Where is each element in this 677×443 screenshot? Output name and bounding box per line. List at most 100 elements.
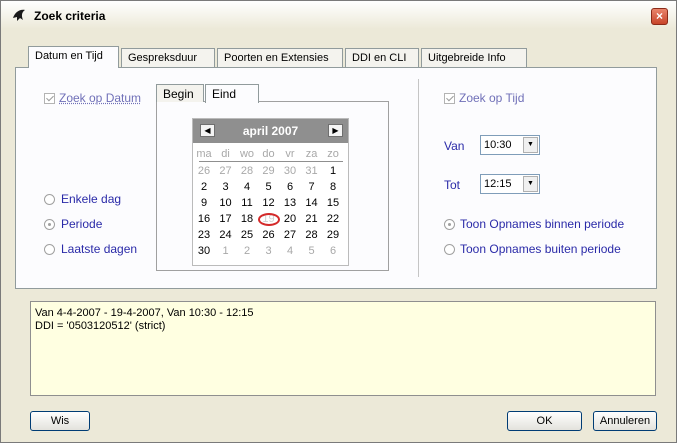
tab-label: Poorten en Extensies (224, 52, 329, 64)
from-time-label: Van (444, 139, 465, 153)
tab-label: Uitgebreide Info (428, 52, 506, 64)
radio-binnen-periode-label: Toon Opnames binnen periode (460, 217, 625, 231)
calendar-day[interactable]: 18 (237, 213, 257, 225)
calendar-day[interactable]: 5 (302, 245, 322, 257)
calendar-day[interactable]: 2 (237, 245, 257, 257)
cancel-button[interactable]: Annuleren (593, 411, 657, 431)
calendar-day[interactable]: 5 (259, 181, 279, 193)
close-button[interactable]: × (651, 8, 668, 25)
search-by-time-checkbox[interactable] (444, 93, 455, 104)
criteria-summary: Van 4-4-2007 - 19-4-2007, Van 10:30 - 12… (30, 301, 656, 396)
radio-laatste-dagen[interactable] (44, 244, 55, 255)
calendar-day[interactable]: 15 (323, 197, 343, 209)
radio-laatste-dagen-label: Laatste dagen (61, 242, 138, 256)
calendar-day[interactable]: 10 (216, 197, 236, 209)
calendar-header: ◀ april 2007 ▶ (193, 119, 348, 143)
calendar-day[interactable]: 8 (323, 181, 343, 193)
calendar-weekday: do (262, 148, 275, 160)
tab-ddi-en-cli[interactable]: DDI en CLI (345, 48, 419, 67)
calendar-day[interactable]: 30 (194, 245, 214, 257)
calendar-weekday: za (305, 148, 318, 160)
ok-button[interactable]: OK (507, 411, 582, 431)
calendar-day[interactable]: 26 (259, 229, 279, 241)
tab-label: DDI en CLI (352, 52, 407, 64)
to-time-value: 12:15 (484, 178, 512, 190)
selected-day-marker (257, 212, 280, 226)
calendar-divider (199, 161, 343, 162)
clear-button[interactable]: Wis (30, 411, 90, 431)
calendar-day[interactable]: 3 (259, 245, 279, 257)
radio-binnen-periode[interactable] (444, 219, 455, 230)
search-by-date-checkbox[interactable] (44, 93, 55, 104)
calendar-day[interactable]: 20 (280, 213, 300, 225)
calendar-weekday: ma (196, 148, 212, 160)
calendar-weekday: zo (327, 148, 339, 160)
calendar-day[interactable]: 21 (302, 213, 322, 225)
calendar-day[interactable]: 28 (302, 229, 322, 241)
calendar-day[interactable]: 24 (216, 229, 236, 241)
calendar-day[interactable]: 2 (194, 181, 214, 193)
calendar-month-label: april 2007 (242, 124, 299, 138)
radio-periode[interactable] (44, 219, 55, 230)
tab-poorten-en-extensies[interactable]: Poorten en Extensies (217, 48, 343, 67)
calendar-day[interactable]: 17 (216, 213, 236, 225)
chevron-down-icon[interactable]: ▼ (523, 137, 538, 153)
radio-buiten-periode-label: Toon Opnames buiten periode (460, 242, 621, 256)
calendar-day[interactable]: 22 (323, 213, 343, 225)
calendar-day[interactable]: 29 (259, 165, 279, 177)
calendar-day[interactable]: 25 (237, 229, 257, 241)
search-by-date-label[interactable]: Zoek op Datum (59, 91, 141, 105)
title-bar: Zoek criteria × (1, 1, 676, 29)
tab-datum-en-tijd[interactable]: Datum en Tijd (28, 46, 119, 68)
section-divider (418, 79, 419, 277)
calendar-day[interactable]: 13 (280, 197, 300, 209)
subtab-begin[interactable]: Begin (156, 84, 204, 102)
radio-buiten-periode[interactable] (444, 244, 455, 255)
chevron-down-icon[interactable]: ▼ (523, 176, 538, 192)
calendar-day[interactable]: 6 (280, 181, 300, 193)
radio-enkele-dag[interactable] (44, 194, 55, 205)
radio-enkele-dag-label: Enkele dag (61, 192, 122, 206)
calendar-day[interactable]: 9 (194, 197, 214, 209)
calendar-day[interactable]: 16 (194, 213, 214, 225)
calendar-weekday: wo (239, 148, 255, 160)
dialog-window: Zoek criteria × Datum en Tijd Gespreksdu… (0, 0, 677, 443)
calendar-day[interactable]: 27 (216, 165, 236, 177)
calendar-day[interactable]: 23 (194, 229, 214, 241)
subtab-eind[interactable]: Eind (205, 84, 259, 103)
tab-uitgebreide-info[interactable]: Uitgebreide Info (421, 48, 527, 67)
tab-label: Datum en Tijd (35, 50, 103, 62)
calendar-day[interactable]: 4 (237, 181, 257, 193)
calendar-day[interactable]: 12 (259, 197, 279, 209)
calendar-day[interactable]: 4 (280, 245, 300, 257)
from-time-value: 10:30 (484, 139, 512, 151)
calendar: ◀ april 2007 ▶ ma di wo do vr za zo 26 27 28 29 30… (192, 118, 349, 266)
calendar-day[interactable]: 11 (237, 197, 257, 209)
radio-periode-label: Periode (61, 217, 103, 231)
calendar-day[interactable]: 26 (194, 165, 214, 177)
app-icon (13, 9, 25, 21)
calendar-weekday: vr (285, 148, 295, 160)
subtab-label: Begin (163, 87, 194, 101)
calendar-day[interactable]: 7 (302, 181, 322, 193)
calendar-day[interactable]: 1 (216, 245, 236, 257)
calendar-day[interactable]: 3 (216, 181, 236, 193)
calendar-day[interactable]: 30 (280, 165, 300, 177)
subtab-label: Eind (212, 87, 237, 101)
summary-line: Van 4-4-2007 - 19-4-2007, Van 10:30 - 12… (35, 307, 254, 319)
calendar-day[interactable]: 28 (237, 165, 257, 177)
calendar-weekday: di (221, 148, 230, 160)
from-time-select[interactable]: 10:30 ▼ (480, 135, 540, 155)
calendar-day[interactable]: 29 (323, 229, 343, 241)
calendar-day[interactable]: 31 (302, 165, 322, 177)
calendar-day[interactable]: 14 (302, 197, 322, 209)
close-icon: × (655, 9, 663, 23)
calendar-day[interactable]: 27 (280, 229, 300, 241)
to-time-select[interactable]: 12:15 ▼ (480, 174, 540, 194)
calendar-day[interactable]: 1 (323, 165, 343, 177)
calendar-day[interactable]: 6 (323, 245, 343, 257)
calendar-next-button[interactable]: ▶ (328, 124, 343, 137)
tab-gespreksduur[interactable]: Gespreksduur (121, 48, 215, 67)
to-time-label: Tot (444, 178, 461, 192)
search-by-time-label[interactable]: Zoek op Tijd (459, 91, 524, 105)
